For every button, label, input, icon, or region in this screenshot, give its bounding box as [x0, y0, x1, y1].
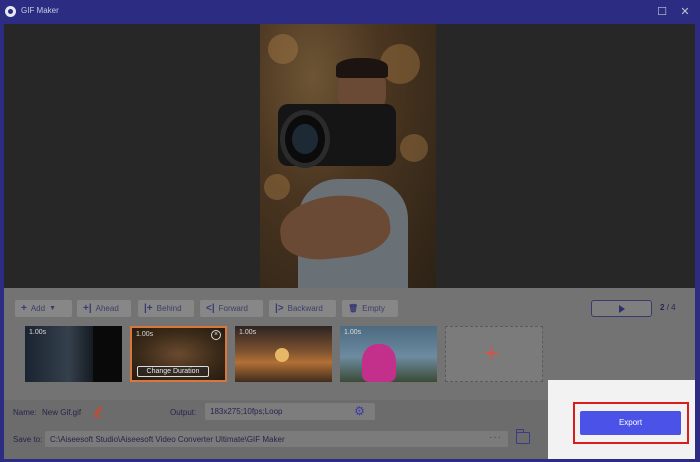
- clip-duration: 1.00s: [136, 331, 154, 338]
- insert-behind-icon: |+: [144, 302, 153, 314]
- window-title: GIF Maker: [21, 6, 59, 15]
- clip-thumbnail-1[interactable]: 1.00s: [25, 326, 122, 382]
- clip-thumbnail-3[interactable]: 1.00s: [235, 326, 332, 382]
- name-label: Name:: [13, 408, 37, 417]
- ahead-button[interactable]: +| Ahead: [77, 300, 131, 317]
- title-bar: GIF Maker ☐ ✕: [0, 0, 700, 24]
- clip-thumbnail-2[interactable]: 1.00s × Change Duration: [130, 326, 227, 382]
- forward-label: Forward: [218, 304, 248, 313]
- behind-button[interactable]: |+ Behind: [138, 300, 194, 317]
- app-logo-icon: [5, 6, 16, 17]
- current-frame: 2: [660, 303, 665, 312]
- play-icon: [619, 305, 625, 313]
- clip-duration: 1.00s: [239, 329, 257, 336]
- backward-button[interactable]: |> Backward: [269, 300, 336, 317]
- output-settings-field[interactable]: 183x275;10fps;Loop ⚙: [205, 403, 375, 420]
- change-duration-button[interactable]: Change Duration: [137, 366, 209, 377]
- trash-icon: 🗑: [348, 303, 359, 313]
- empty-label: Empty: [362, 304, 385, 313]
- backward-label: Backward: [287, 304, 323, 313]
- ahead-label: Ahead: [95, 304, 119, 313]
- plus-icon: +: [21, 302, 27, 314]
- insert-ahead-icon: +|: [83, 302, 92, 314]
- browse-more-icon[interactable]: ···: [489, 432, 502, 443]
- frame-counter: 2 / 4: [660, 303, 676, 312]
- empty-button[interactable]: 🗑 Empty: [342, 300, 398, 317]
- counter-separator: /: [666, 303, 669, 312]
- save-path-field[interactable]: C:\Aiseesoft Studio\Aiseesoft Video Conv…: [45, 431, 508, 447]
- gear-icon[interactable]: ⚙: [353, 405, 366, 418]
- chevron-down-icon[interactable]: ▼: [49, 305, 56, 312]
- preview-image: [260, 24, 436, 288]
- remove-clip-icon[interactable]: ×: [211, 330, 221, 340]
- name-value: New Gif.gif: [42, 408, 82, 417]
- output-label: Output:: [170, 408, 197, 417]
- clip-duration: 1.00s: [29, 329, 47, 336]
- clip-thumbnail-4[interactable]: 1.00s: [340, 326, 437, 382]
- play-button[interactable]: [591, 300, 652, 317]
- add-button[interactable]: + Add ▼: [15, 300, 72, 317]
- move-backward-icon: |>: [275, 302, 284, 314]
- maximize-icon[interactable]: ☐: [655, 5, 669, 19]
- add-clip-slot[interactable]: +: [445, 326, 543, 382]
- add-label: Add: [30, 304, 46, 313]
- save-to-label: Save to:: [13, 435, 43, 444]
- add-icon: +: [484, 338, 500, 368]
- close-icon[interactable]: ✕: [678, 5, 692, 19]
- move-forward-icon: <|: [206, 302, 215, 314]
- behind-label: Behind: [156, 304, 182, 313]
- clip-duration: 1.00s: [344, 329, 362, 336]
- edit-name-icon[interactable]: [93, 405, 103, 417]
- open-folder-icon[interactable]: [516, 429, 530, 444]
- output-value: 183x275;10fps;Loop: [210, 407, 283, 416]
- save-path-value: C:\Aiseesoft Studio\Aiseesoft Video Conv…: [50, 435, 285, 444]
- forward-button[interactable]: <| Forward: [200, 300, 263, 317]
- export-button[interactable]: Export: [580, 411, 681, 435]
- total-frames: 4: [671, 303, 676, 312]
